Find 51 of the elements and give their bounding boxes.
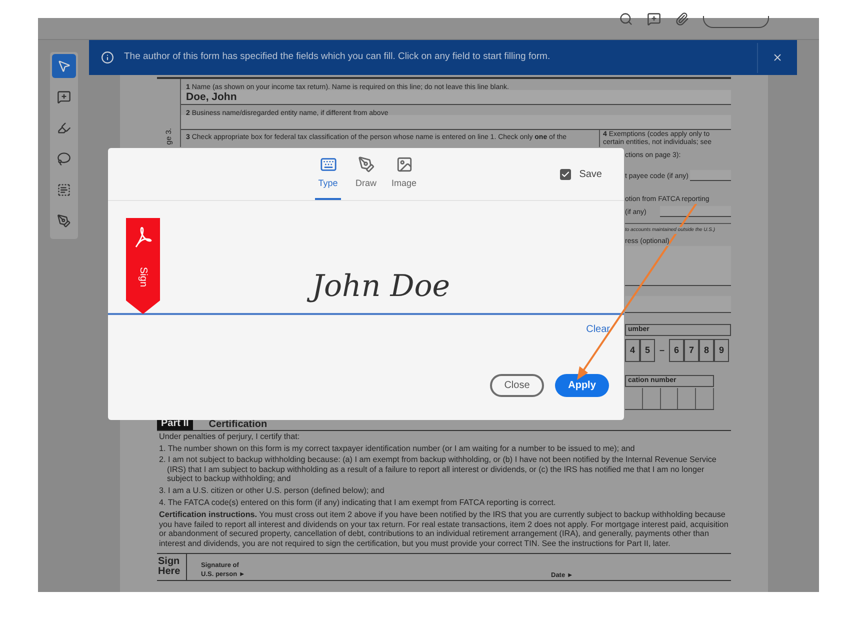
- info-icon: [101, 51, 114, 64]
- ssn-digit: 5: [640, 339, 655, 362]
- ssn-digit: 4: [625, 339, 640, 362]
- signature-text: John Doe: [304, 265, 458, 311]
- paragraph: Under penalties of perjury, I certify that:: [159, 432, 301, 442]
- list-item: 1. The number shown on this form is my correct taxpayer identification number (or I am waiting for a number to be issued to me); and: [159, 444, 636, 454]
- keyboard-icon: [320, 156, 336, 172]
- city-field[interactable]: [625, 296, 731, 313]
- ssn-digit: 7: [684, 339, 699, 362]
- close-icon[interactable]: [772, 52, 783, 63]
- pen-nib-icon: [358, 156, 374, 172]
- pen-icon: [57, 121, 71, 135]
- paragraph: Certification instructions. You must cross out item 2 above if you have been notified by the IRS that you are currently subject to backup withholding because you have failed to report all interest and dividends on your tax return. For real estate transactions, item 2 does not apply. For mortgage interest paid, acquisition or abandonment of secured property, cancellation of debt, contributions to an individual retirement arrangement (IRA), and generally, payments other than interest and dividends, you are not required to sign the certification, but you must provide your correct TIN. See the instructions for Part II, later.: [159, 510, 730, 549]
- ein-boxes[interactable]: [625, 388, 714, 410]
- comment-icon[interactable]: [647, 12, 661, 26]
- logo-icon: [134, 227, 152, 249]
- tab[interactable]: Type: [315, 156, 341, 200]
- checkbox[interactable]: [560, 169, 572, 180]
- tool-button[interactable]: [52, 54, 76, 78]
- check-icon: [561, 170, 570, 179]
- ssn-digit: 8: [699, 339, 714, 362]
- comment-icon: [57, 90, 71, 104]
- ssn-digit: 9: [714, 339, 729, 362]
- text-box-icon: [57, 183, 71, 197]
- sign-bookmark: Sign: [126, 218, 160, 314]
- ssn-digit: 6: [669, 339, 684, 362]
- payee-code-field[interactable]: [690, 170, 731, 181]
- tab[interactable]: Image: [391, 156, 417, 200]
- fatca-code-field[interactable]: [660, 206, 731, 217]
- list-item: 3. I am a U.S. citizen or other U.S. person (defined below); and: [159, 486, 386, 496]
- sign-here-label: Sign Here: [157, 554, 187, 580]
- image-icon: [396, 156, 412, 172]
- list-item: 4. The FATCA code(s) entered on this form (if any) indicating that I am exempt from FATCA reporting is correct.: [159, 498, 557, 508]
- apply-button[interactable]: Apply: [555, 374, 609, 397]
- banner-message: The author of this form has specified the fields which you can fill. Click on any field to start filling form.: [124, 50, 552, 64]
- header-button[interactable]: [703, 16, 769, 28]
- address-field[interactable]: [625, 246, 731, 286]
- lasso-icon: [57, 152, 71, 166]
- name-field[interactable]: Doe, John: [181, 90, 731, 104]
- save-checkbox[interactable]: Save: [560, 167, 602, 182]
- part-title: Certification: [208, 418, 268, 432]
- clear-link[interactable]: Clear: [586, 322, 610, 337]
- search-icon[interactable]: [619, 12, 633, 26]
- paperclip-icon[interactable]: [675, 12, 689, 26]
- close-button[interactable]: Close: [490, 374, 544, 397]
- list-item: 2. I am not subject to backup withholding because: (a) I am exempt from backup withholding, or (b) I have not been notified by the Internal Revenue Service (IRS) that I am subject to backup withholding as a result of a failure to report all interest or dividends, or (c) the IRS has notified me that I am no longer subject to backup withholding; and: [159, 455, 718, 484]
- pointer-icon: [57, 59, 71, 73]
- signature-icon: [57, 214, 71, 228]
- tab[interactable]: Draw: [353, 156, 379, 200]
- business-name-field[interactable]: [181, 115, 731, 129]
- dash: –: [658, 344, 666, 357]
